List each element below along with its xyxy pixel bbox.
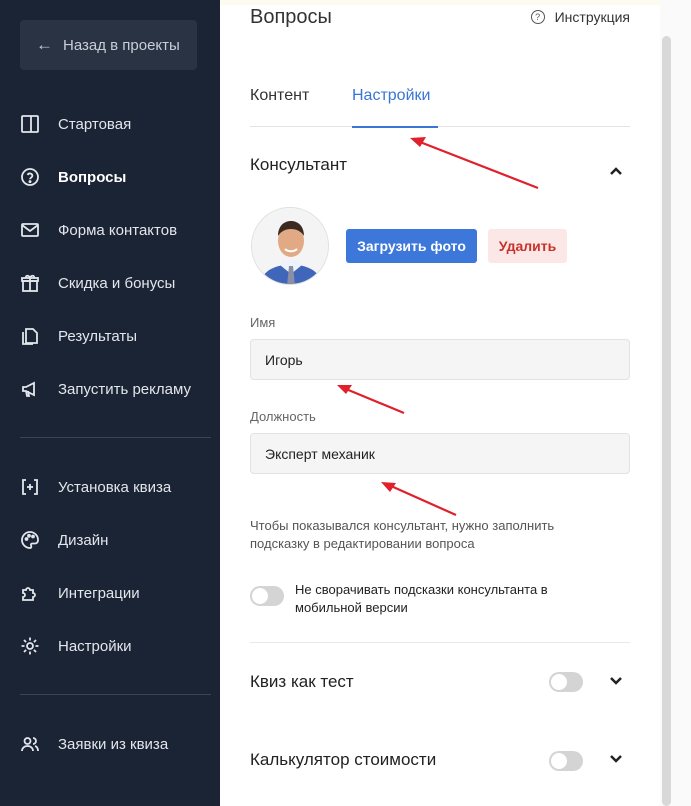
main-panel: Вопросы ? Инструкция Контент Настройки К…: [220, 0, 691, 806]
sidebar-item-label: Скидка и бонусы: [58, 274, 176, 292]
sidebar-item-ads[interactable]: Запустить рекламу: [20, 374, 191, 404]
page-title: Вопросы: [250, 6, 332, 28]
sidebar-item-label: Установка квиза: [58, 478, 172, 496]
instruction-label: Инструкция: [554, 9, 630, 25]
gift-icon: [20, 273, 40, 293]
layout-icon: [20, 114, 40, 134]
mobile-collapse-toggle[interactable]: [250, 586, 284, 606]
tabs: Контент Настройки: [250, 87, 630, 128]
sidebar-item-results[interactable]: Результаты: [20, 321, 137, 351]
tab-content[interactable]: Контент: [250, 87, 309, 127]
tab-settings[interactable]: Настройки: [352, 87, 438, 128]
toggle-knob: [551, 753, 567, 769]
sidebar-item-label: Интеграции: [58, 584, 140, 602]
quiz-as-test-toggle[interactable]: [549, 672, 583, 692]
install-icon: [20, 477, 40, 497]
sidebar-item-contact-form[interactable]: Форма контактов: [20, 215, 177, 245]
sidebar-item-questions[interactable]: Вопросы: [20, 162, 126, 192]
consultant-hint: Чтобы показывался консультант, нужно зап…: [250, 518, 555, 551]
back-to-projects-label: Назад в проекты: [63, 36, 180, 54]
sidebar-item-settings[interactable]: Настройки: [20, 631, 132, 661]
position-label: Должность: [250, 409, 316, 424]
sidebar-item-design[interactable]: Дизайн: [20, 525, 108, 555]
sidebar-item-label: Запустить рекламу: [58, 380, 191, 398]
app-window: ← Назад в проекты Стартовая Вопросы Форм…: [0, 0, 691, 806]
sidebar-item-label: Результаты: [58, 327, 137, 345]
sidebar-item-label: Дизайн: [58, 531, 109, 549]
chevron-down-icon[interactable]: [608, 673, 624, 689]
mail-icon: [20, 220, 40, 240]
sidebar-item-integrations[interactable]: Интеграции: [20, 578, 140, 608]
instruction-link[interactable]: ? Инструкция: [530, 9, 630, 25]
sidebar-item-leads[interactable]: Заявки из квиза: [20, 729, 168, 759]
sidebar-divider: [20, 437, 211, 438]
back-to-projects-button[interactable]: ← Назад в проекты: [20, 20, 197, 70]
quiz-as-test-title: Квиз как тест: [250, 672, 354, 691]
consultant-section-title: Консультант: [250, 155, 348, 174]
scrollbar-thumb[interactable]: [662, 36, 671, 806]
arrow-left-icon: ←: [36, 35, 53, 54]
sidebar-item-discount[interactable]: Скидка и бонусы: [20, 268, 175, 298]
toggle-knob: [551, 674, 567, 690]
sidebar-divider: [20, 694, 211, 695]
delete-photo-button[interactable]: Удалить: [488, 229, 567, 263]
copy-icon: [20, 326, 40, 346]
top-strip: [220, 0, 691, 5]
cost-calculator-toggle[interactable]: [549, 751, 583, 771]
position-field[interactable]: Эксперт механик: [250, 433, 630, 474]
sidebar-item-label: Настройки: [58, 637, 132, 655]
sidebar-item-label: Вопросы: [58, 168, 127, 186]
palette-icon: [20, 530, 40, 550]
question-icon: [20, 167, 40, 187]
name-field[interactable]: Игорь: [250, 339, 630, 380]
name-label: Имя: [250, 315, 276, 330]
position-field-value: Эксперт механик: [265, 445, 375, 462]
gear-icon: [20, 636, 40, 656]
sidebar-item-start[interactable]: Стартовая: [20, 109, 131, 139]
sidebar-item-label: Стартовая: [58, 115, 132, 133]
sidebar-item-label: Форма контактов: [58, 221, 178, 239]
upload-photo-button[interactable]: Загрузить фото: [346, 229, 477, 263]
cost-calculator-title: Калькулятор стоимости: [250, 750, 437, 769]
puzzle-icon: [20, 583, 40, 603]
mobile-collapse-label: Не сворачивать подсказки консультанта в …: [295, 582, 548, 615]
chevron-up-icon[interactable]: [608, 163, 624, 179]
name-field-value: Игорь: [265, 351, 303, 368]
sidebar-item-label: Заявки из квиза: [58, 735, 169, 753]
megaphone-icon: [20, 379, 40, 399]
sidebar: ← Назад в проекты Стартовая Вопросы Форм…: [0, 0, 220, 806]
consultant-avatar: [251, 207, 329, 285]
section-divider: [250, 642, 630, 643]
chevron-down-icon[interactable]: [608, 751, 624, 767]
users-icon: [20, 734, 40, 754]
question-circle-icon: ?: [530, 10, 545, 24]
toggle-knob: [252, 588, 268, 604]
sidebar-item-install[interactable]: Установка квиза: [20, 472, 171, 502]
